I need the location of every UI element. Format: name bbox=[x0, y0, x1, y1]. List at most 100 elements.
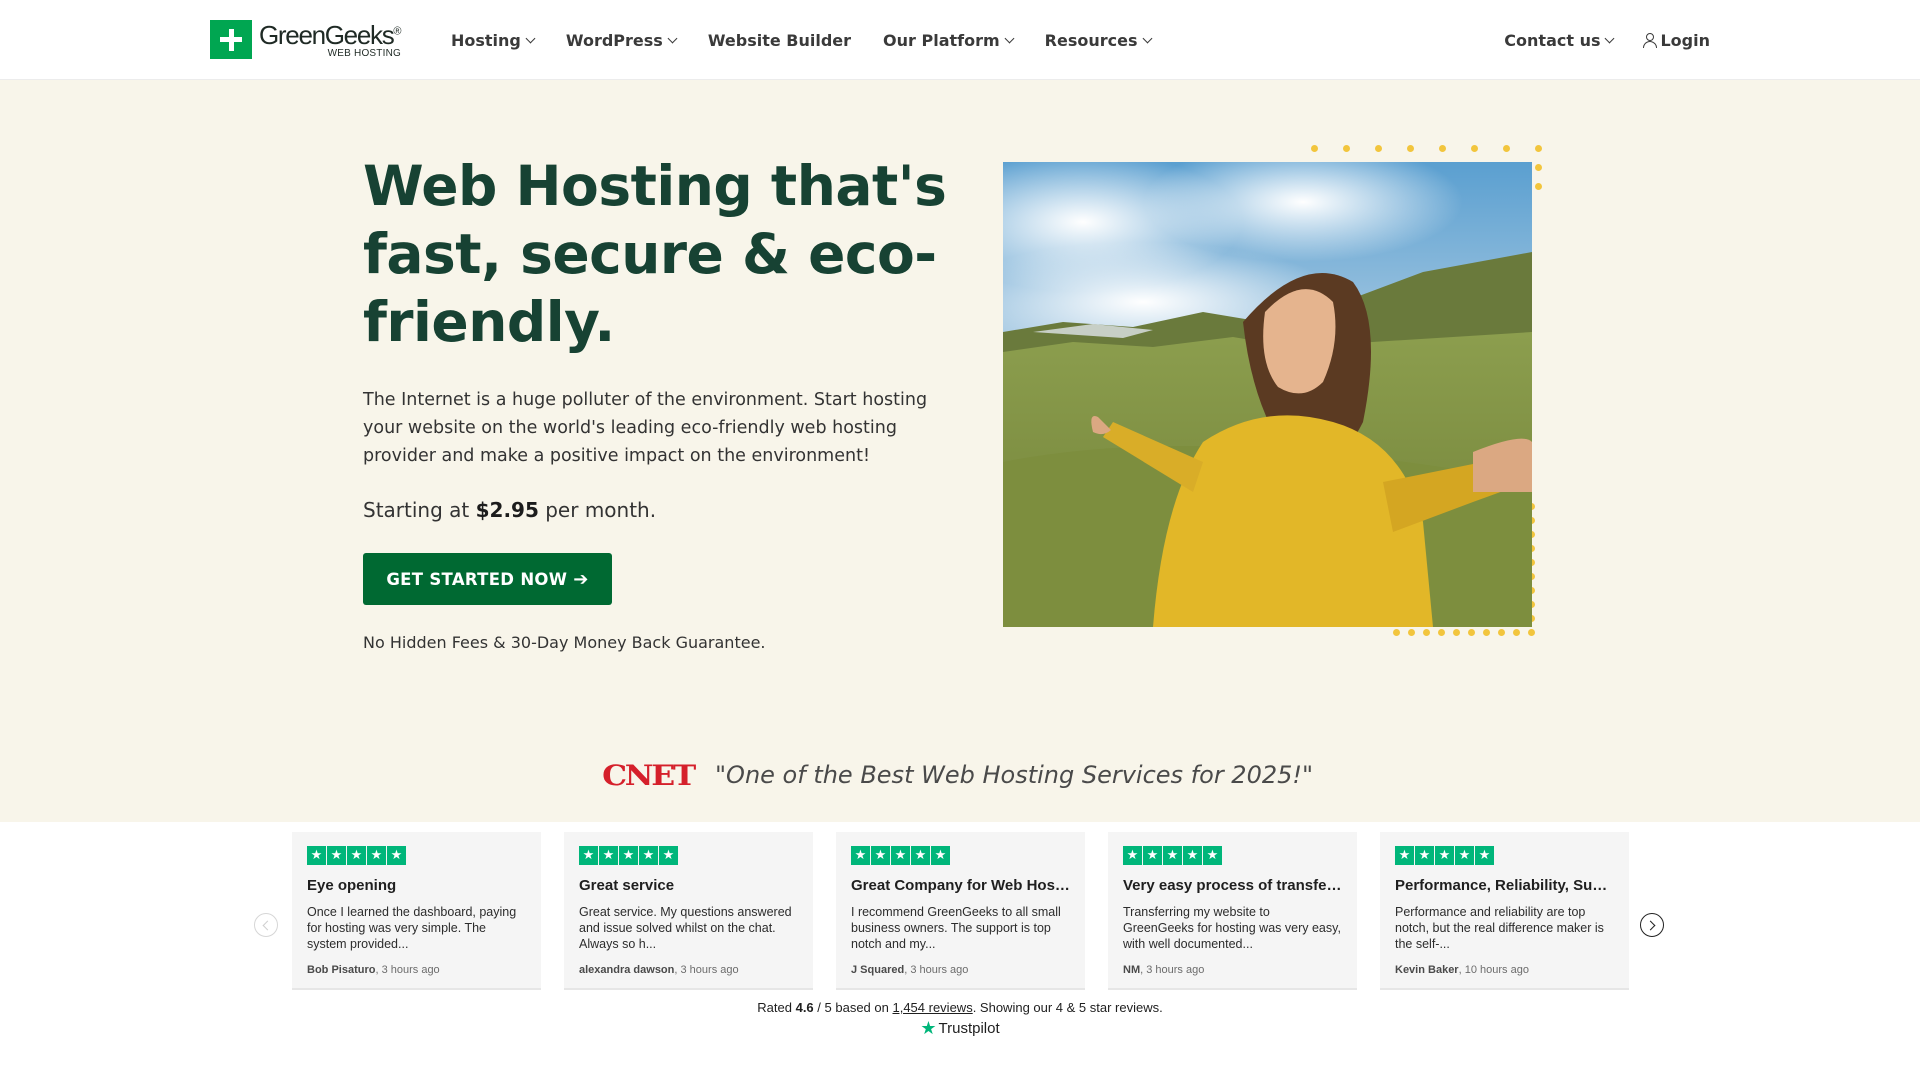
site-header: GreenGeeks® WEB HOSTING Hosting WordPres… bbox=[0, 0, 1920, 80]
hero-description: The Internet is a huge polluter of the e… bbox=[363, 390, 928, 466]
star-icon: ★ bbox=[1143, 846, 1162, 865]
star-icon: ★ bbox=[1183, 846, 1202, 865]
decorative-dot bbox=[1535, 164, 1542, 171]
logo-wordmark: GreenGeeks® WEB HOSTING bbox=[259, 20, 409, 60]
plus-icon bbox=[210, 20, 252, 59]
review-title: Great Company for Web Hosti... bbox=[851, 877, 1070, 894]
decorative-dot bbox=[1438, 629, 1445, 636]
review-author: Bob Pisaturo, 3 hours ago bbox=[307, 964, 440, 976]
star-icon: ★ bbox=[579, 846, 598, 865]
decorative-dot bbox=[1453, 629, 1460, 636]
trustpilot-logo[interactable]: ★ Trustpilot bbox=[0, 1018, 1920, 1039]
review-author: J Squared, 3 hours ago bbox=[851, 964, 969, 976]
review-title: Great service bbox=[579, 877, 675, 894]
review-text: Performance and reliability are top notc… bbox=[1395, 905, 1604, 951]
chevron-down-icon bbox=[1004, 33, 1015, 43]
login-link[interactable]: Login bbox=[1643, 31, 1710, 50]
star-rating: ★ ★ ★ ★ ★ bbox=[1395, 846, 1614, 865]
trustpilot-rating-summary: Rated 4.6 / 5 based on 1,454 reviews. Sh… bbox=[757, 1000, 1163, 1015]
star-icon: ★ bbox=[639, 846, 658, 865]
chevron-down-icon bbox=[667, 33, 678, 43]
price-value: $2.95 bbox=[475, 498, 539, 522]
arrow-right-icon: ➔ bbox=[573, 568, 589, 590]
decorative-dot bbox=[1535, 145, 1542, 152]
review-card[interactable]: ★ ★ ★ ★ ★ Great Company for Web Hosti... I r… bbox=[836, 832, 1085, 990]
star-rating: ★ ★ ★ ★ ★ bbox=[307, 846, 526, 865]
review-card[interactable]: ★ ★ ★ ★ ★ Eye opening Once I learned the das… bbox=[292, 832, 541, 990]
review-title: Performance, Reliability, Supp... bbox=[1395, 877, 1614, 894]
nav-hosting[interactable]: Hosting bbox=[451, 31, 536, 50]
star-icon: ★ bbox=[1123, 846, 1142, 865]
review-card[interactable]: ★ ★ ★ ★ ★ Great service Great service. My qu… bbox=[564, 832, 813, 990]
chevron-down-icon bbox=[1142, 33, 1152, 43]
get-started-button[interactable]: GET STARTED NOW ➔ bbox=[363, 553, 612, 605]
header-actions: Contact us Login bbox=[1474, 0, 1710, 80]
nav-website-builder[interactable]: Website Builder bbox=[708, 31, 851, 50]
decorative-dot bbox=[1498, 629, 1505, 636]
chevron-down-icon bbox=[1605, 33, 1615, 43]
decorative-dot bbox=[1439, 145, 1446, 152]
decorative-dot bbox=[1468, 629, 1475, 636]
review-text: I recommend GreenGeeks to all small busi… bbox=[851, 905, 1061, 951]
star-icon: ★ bbox=[851, 846, 870, 865]
decorative-dot bbox=[1528, 629, 1535, 636]
chevron-left-icon bbox=[262, 920, 273, 930]
review-title: Very easy process of transferr... bbox=[1123, 877, 1342, 894]
nav-our-platform[interactable]: Our Platform bbox=[883, 31, 1015, 50]
decorative-dot bbox=[1393, 629, 1400, 636]
contact-us-menu[interactable]: Contact us bbox=[1504, 31, 1615, 50]
star-rating: ★ ★ ★ ★ ★ bbox=[851, 846, 1070, 865]
nav-resources[interactable]: Resources bbox=[1045, 31, 1152, 50]
star-icon: ★ bbox=[871, 846, 890, 865]
review-card[interactable]: ★ ★ ★ ★ ★ Performance, Reliability, Supp... … bbox=[1380, 832, 1629, 990]
star-icon: ★ bbox=[891, 846, 910, 865]
reviews-prev-button[interactable] bbox=[254, 913, 278, 937]
star-icon: ★ bbox=[911, 846, 930, 865]
star-icon: ★ bbox=[1475, 846, 1494, 865]
review-text: Once I learned the dashboard, paying for… bbox=[307, 905, 517, 951]
star-rating: ★ ★ ★ ★ ★ bbox=[1123, 846, 1342, 865]
star-icon: ★ bbox=[1163, 846, 1182, 865]
star-icon: ★ bbox=[659, 846, 678, 865]
press-quote: "One of the Best Web Hosting Services fo… bbox=[715, 761, 1314, 789]
rating-score: 4.6 bbox=[795, 1000, 814, 1015]
star-icon: ★ bbox=[367, 846, 386, 865]
chevron-down-icon bbox=[525, 33, 536, 43]
reviews-count-link[interactable]: 1,454 reviews bbox=[892, 1000, 972, 1015]
decorative-dot bbox=[1407, 145, 1414, 152]
star-icon: ★ bbox=[327, 846, 346, 865]
star-icon: ★ bbox=[387, 846, 406, 865]
decorative-dot bbox=[1311, 145, 1318, 152]
trustpilot-star-icon: ★ bbox=[920, 1018, 937, 1039]
decorative-dot bbox=[1343, 145, 1350, 152]
star-rating: ★ ★ ★ ★ ★ bbox=[579, 846, 798, 865]
reviews-next-button[interactable] bbox=[1640, 913, 1664, 937]
decorative-dot bbox=[1483, 629, 1490, 636]
decorative-dot bbox=[1535, 183, 1542, 190]
starting-price: Starting at $2.95 per month. bbox=[363, 498, 657, 522]
star-icon: ★ bbox=[1415, 846, 1434, 865]
logo-subtitle: WEB HOSTING bbox=[327, 48, 401, 59]
logo-name: GreenGeeks® bbox=[259, 20, 401, 50]
decorative-dot bbox=[1423, 629, 1430, 636]
user-icon bbox=[1643, 32, 1658, 48]
decorative-dot bbox=[1513, 629, 1520, 636]
star-icon: ★ bbox=[1395, 846, 1414, 865]
star-icon: ★ bbox=[1203, 846, 1222, 865]
reviews-section: ★ ★ ★ ★ ★ Eye opening Once I learned the das… bbox=[0, 822, 1920, 1080]
star-icon: ★ bbox=[1455, 846, 1474, 865]
greengeeks-logo[interactable]: GreenGeeks® WEB HOSTING bbox=[210, 20, 409, 60]
press-mention: CNET "One of the Best Web Hosting Servic… bbox=[0, 755, 1920, 795]
chevron-right-icon bbox=[1645, 920, 1656, 930]
hero-section: Web Hosting that's fast, secure & eco-fr… bbox=[0, 80, 1920, 822]
decorative-dot bbox=[1471, 145, 1478, 152]
star-icon: ★ bbox=[599, 846, 618, 865]
review-text: Transferring my website to GreenGeeks fo… bbox=[1123, 905, 1341, 951]
star-icon: ★ bbox=[1435, 846, 1454, 865]
nav-wordpress[interactable]: WordPress bbox=[566, 31, 678, 50]
review-author: NM, 3 hours ago bbox=[1123, 964, 1205, 976]
decorative-dot bbox=[1408, 629, 1415, 636]
star-icon: ★ bbox=[307, 846, 326, 865]
review-text: Great service. My questions answered and… bbox=[579, 905, 792, 951]
review-card[interactable]: ★ ★ ★ ★ ★ Very easy process of transferr... … bbox=[1108, 832, 1357, 990]
